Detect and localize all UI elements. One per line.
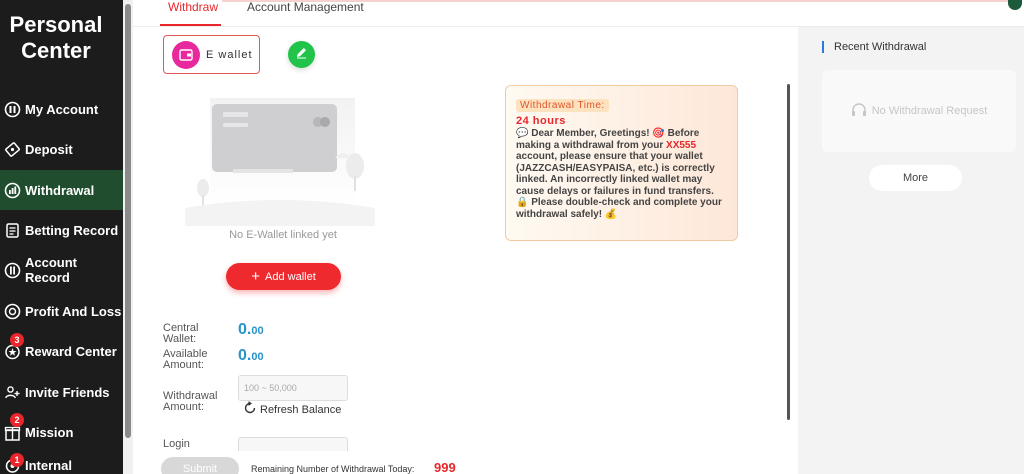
sidebar-item-label: Withdrawal xyxy=(25,182,95,198)
sidebar-item-label: Internal xyxy=(25,457,72,473)
plus-icon: + xyxy=(251,267,260,285)
mission-badge: 2 xyxy=(10,413,24,427)
central-wallet-value: 0.00 xyxy=(238,321,264,339)
tab-withdraw[interactable]: Withdraw xyxy=(168,0,218,26)
ewallet-label: E wallet xyxy=(206,48,253,61)
empty-wallet-illustration xyxy=(185,96,375,239)
withdrawal-amount-label: Withdrawal Amount: xyxy=(163,391,217,413)
main-scrollbar[interactable] xyxy=(787,84,790,420)
login-input[interactable] xyxy=(238,437,348,451)
add-wallet-label: Add wallet xyxy=(265,270,316,283)
sidebar-item-label: Invite Friends xyxy=(25,384,110,400)
notice-title: Withdrawal Time: xyxy=(516,99,609,112)
sidebar-item-label: My Account xyxy=(25,101,99,117)
empty-wallet-text: No E-Wallet linked yet xyxy=(229,229,337,241)
remaining-withdrawal-label: Remaining Number of Withdrawal Today: xyxy=(251,464,415,474)
central-wallet-label-line2: Wallet: xyxy=(163,333,197,345)
login-label: Login xyxy=(163,438,190,450)
sidebar-item-label: Betting Record xyxy=(25,222,119,238)
withdrawal-icon xyxy=(4,182,21,199)
internal-badge: 1 xyxy=(10,453,24,467)
sidebar-item-withdrawal[interactable]: Withdrawal xyxy=(0,170,123,210)
notice-hours: 24 hours xyxy=(516,115,566,127)
available-amount-value: 0.00 xyxy=(238,347,264,365)
available-label-line2: Amount: xyxy=(163,359,204,371)
refresh-balance-label: Refresh Balance xyxy=(260,403,342,416)
sidebar-title-line1: Personal xyxy=(9,12,103,37)
sidebar-item-invite-friends[interactable]: Invite Friends xyxy=(0,372,123,412)
central-wallet-dec: 00 xyxy=(251,325,264,337)
sidebar-item-account-record[interactable]: Account Record xyxy=(0,250,123,290)
add-wallet-button[interactable]: + Add wallet xyxy=(226,263,341,290)
refresh-balance-button[interactable]: Refresh Balance xyxy=(243,401,341,418)
sidebar-item-label: Reward Center xyxy=(25,343,117,359)
withdrawal-label-line2: Amount: xyxy=(163,401,204,413)
withdrawal-notice: Withdrawal Time: 24 hours 💬 Dear Member,… xyxy=(505,85,738,241)
notice-text-2: account, please ensure that your wallet … xyxy=(516,151,715,197)
account-record-icon xyxy=(4,262,21,279)
headset-icon xyxy=(851,102,872,120)
invite-icon xyxy=(4,384,21,401)
tab-account-management[interactable]: Account Management xyxy=(247,0,364,26)
sidebar-title-line2: Center xyxy=(21,38,91,63)
sidebar-item-label: Deposit xyxy=(25,141,73,157)
sidebar-item-label: Account Record xyxy=(25,255,77,285)
submit-button[interactable]: Submit xyxy=(161,457,239,474)
sidebar-item-label: Profit And Loss xyxy=(25,303,122,319)
notice-brand: XX555 xyxy=(666,139,697,151)
withdrawal-amount-input[interactable]: 100 ~ 50,000 xyxy=(238,375,348,401)
ewallet-chip[interactable]: E wallet xyxy=(163,35,260,74)
sidebar-item-my-account[interactable]: My Account xyxy=(0,89,123,129)
reward-badge: 3 xyxy=(10,333,24,347)
edit-wallet-button[interactable] xyxy=(288,41,315,68)
sidebar-title: Personal Center xyxy=(0,12,112,64)
notice-body: 💬 Dear Member, Greetings! 🎯 Before makin… xyxy=(516,128,727,220)
deposit-icon xyxy=(4,141,21,158)
betting-record-icon xyxy=(4,222,21,239)
central-wallet-int: 0. xyxy=(238,321,252,338)
available-dec: 00 xyxy=(251,351,264,363)
tab-active-underline xyxy=(160,24,221,26)
notice-warning: 🔒 Please double-check and complete your … xyxy=(516,197,722,220)
pencil-icon xyxy=(295,46,308,64)
account-icon xyxy=(4,101,21,118)
available-amount-label: Available Amount: xyxy=(163,349,207,371)
more-button[interactable]: More xyxy=(869,165,962,191)
sidebar-item-betting-record[interactable]: Betting Record xyxy=(0,210,123,250)
profit-loss-icon xyxy=(4,303,21,320)
sidebar: Personal Center My Account Deposit Withd… xyxy=(0,0,123,474)
available-int: 0. xyxy=(238,347,252,364)
sidebar-item-label: Mission xyxy=(25,424,74,440)
remaining-withdrawal-count: 999 xyxy=(434,460,456,474)
sidebar-item-deposit[interactable]: Deposit xyxy=(0,129,123,169)
sidebar-item-profit-loss[interactable]: Profit And Loss xyxy=(0,291,123,331)
no-withdrawal-card: No Withdrawal Request xyxy=(822,70,1016,152)
wallet-icon xyxy=(172,40,200,69)
refresh-icon xyxy=(243,401,260,418)
sidebar-scrollbar-thumb[interactable] xyxy=(125,4,131,438)
no-withdrawal-text: No Withdrawal Request xyxy=(871,105,988,117)
recent-withdrawal-title: Recent Withdrawal xyxy=(822,41,926,53)
central-wallet-label: Central Wallet: xyxy=(163,323,198,345)
app-root: Personal Center My Account Deposit Withd… xyxy=(0,0,1024,474)
